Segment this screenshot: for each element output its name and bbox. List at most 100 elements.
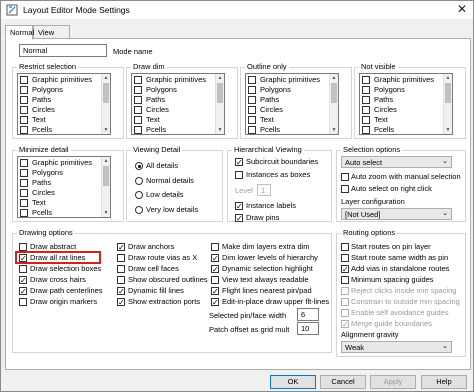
draw-route-vias-checkbox[interactable] <box>117 254 125 262</box>
checkbox[interactable] <box>134 126 142 134</box>
checkbox[interactable] <box>248 86 256 94</box>
draw-path-centerlines-checkbox[interactable]: ✓ <box>19 287 27 296</box>
show-obscured-outlines-checkbox[interactable] <box>117 276 125 284</box>
help-button[interactable]: Help <box>421 375 467 389</box>
checkbox[interactable] <box>20 159 28 167</box>
checkbox[interactable] <box>20 189 28 197</box>
scroll-up-icon[interactable]: ▲ <box>102 74 110 82</box>
scrollbar[interactable]: ▲ ▼ <box>443 74 452 134</box>
subcircuit-boundaries-checkbox[interactable]: ✓ <box>235 158 243 167</box>
alignment-gravity-dropdown[interactable]: Weak ⌄ <box>341 341 452 353</box>
scrollbar[interactable]: ▲ ▼ <box>215 74 224 134</box>
dynamic-fill-lines-checkbox[interactable]: ✓ <box>117 287 125 296</box>
minimize-detail-list[interactable]: Graphic primitives Polygons Paths Circle… <box>17 156 111 218</box>
instance-labels-checkbox[interactable]: ✓ <box>235 202 243 211</box>
outline-only-list[interactable]: Graphic primitives Polygons Paths Circle… <box>245 73 339 135</box>
checkbox[interactable] <box>248 116 256 124</box>
checkbox[interactable] <box>362 126 370 134</box>
scrollbar[interactable]: ▲ ▼ <box>101 74 110 134</box>
scroll-down-icon[interactable]: ▼ <box>330 126 338 134</box>
checkbox[interactable] <box>134 106 142 114</box>
add-vias-checkbox[interactable]: ✓ <box>341 265 349 274</box>
draw-anchors-checkbox[interactable]: ✓ <box>117 243 125 252</box>
checkbox[interactable] <box>362 106 370 114</box>
auto-zoom-checkbox[interactable] <box>341 173 349 181</box>
draw-selection-boxes-checkbox[interactable] <box>19 265 27 273</box>
selected-pin-face-width-input[interactable]: 6 <box>297 308 319 321</box>
minimum-spacing-guides-checkbox[interactable] <box>341 276 349 284</box>
checkbox[interactable] <box>248 96 256 104</box>
checkbox[interactable] <box>20 169 28 177</box>
checkbox[interactable] <box>20 106 28 114</box>
view-text-always-readable-checkbox[interactable] <box>211 276 219 284</box>
draw-origin-markers-checkbox[interactable] <box>19 298 27 306</box>
scroll-down-icon[interactable]: ▼ <box>102 209 110 217</box>
scroll-thumb[interactable] <box>217 83 223 103</box>
checkbox[interactable] <box>20 179 28 187</box>
scroll-down-icon[interactable]: ▼ <box>444 126 452 134</box>
start-route-same-width-checkbox[interactable] <box>341 254 349 262</box>
draw-abstract-checkbox[interactable] <box>19 243 27 251</box>
scroll-down-icon[interactable]: ▼ <box>216 126 224 134</box>
scroll-up-icon[interactable]: ▲ <box>330 74 338 82</box>
dim-lower-levels-checkbox[interactable]: ✓ <box>211 254 219 263</box>
checkbox[interactable] <box>362 116 370 124</box>
level-input[interactable]: 1 <box>257 184 271 196</box>
checkbox[interactable] <box>362 76 370 84</box>
show-extraction-ports-checkbox[interactable]: ✓ <box>117 298 125 307</box>
scroll-up-icon[interactable]: ▲ <box>216 74 224 82</box>
mode-name-input[interactable]: Normal <box>19 44 107 57</box>
checkbox[interactable] <box>134 116 142 124</box>
scroll-up-icon[interactable]: ▲ <box>102 157 110 165</box>
apply-button[interactable]: Apply <box>370 375 416 389</box>
draw-dim-list[interactable]: Graphic primitives Polygons Paths Circle… <box>131 73 225 135</box>
scrollbar[interactable]: ▲ ▼ <box>329 74 338 134</box>
normal-details-radio[interactable] <box>135 177 143 185</box>
close-icon[interactable]: ✕ <box>453 2 471 17</box>
checkbox[interactable] <box>362 86 370 94</box>
restrict-selection-list[interactable]: Graphic primitives Polygons Paths Circle… <box>17 73 111 135</box>
checkbox[interactable] <box>134 76 142 84</box>
scroll-down-icon[interactable]: ▼ <box>102 126 110 134</box>
layer-configuration-dropdown[interactable]: [Not Used] ⌄ <box>341 208 452 220</box>
checkbox[interactable] <box>20 199 28 207</box>
scroll-thumb[interactable] <box>103 166 109 186</box>
checkbox[interactable] <box>362 96 370 104</box>
instances-as-boxes-checkbox[interactable] <box>235 171 243 179</box>
scroll-thumb[interactable] <box>445 83 451 103</box>
ok-button[interactable]: OK <box>270 375 316 389</box>
tab-view-only[interactable]: View Only <box>33 25 70 46</box>
scroll-thumb[interactable] <box>331 83 337 103</box>
scrollbar[interactable]: ▲ ▼ <box>101 157 110 217</box>
all-details-radio[interactable] <box>135 162 143 170</box>
auto-select-dropdown[interactable]: Auto select ⌄ <box>341 156 452 168</box>
draw-pins-checkbox[interactable]: ✓ <box>235 214 243 223</box>
checkbox[interactable] <box>20 126 28 134</box>
checkbox[interactable] <box>134 96 142 104</box>
patch-offset-input[interactable]: 10 <box>297 322 319 335</box>
low-details-radio[interactable] <box>135 191 143 199</box>
dynamic-selection-highlight-checkbox[interactable]: ✓ <box>211 265 219 274</box>
checkbox[interactable] <box>248 126 256 134</box>
checkbox[interactable] <box>20 209 28 217</box>
very-low-details-radio[interactable] <box>135 206 143 214</box>
checkbox[interactable] <box>134 86 142 94</box>
checkbox[interactable] <box>248 76 256 84</box>
checkbox[interactable] <box>20 96 28 104</box>
not-visible-list[interactable]: Graphic primitives Polygons Paths Circle… <box>359 73 453 135</box>
tab-normal[interactable]: Normal <box>5 25 34 40</box>
scroll-thumb[interactable] <box>103 83 109 103</box>
draw-cross-hairs-checkbox[interactable]: ✓ <box>19 276 27 285</box>
checkbox[interactable] <box>20 76 28 84</box>
make-dim-layers-extra-dim-checkbox[interactable] <box>211 243 219 251</box>
start-routes-on-pin-layer-checkbox[interactable] <box>341 243 349 251</box>
checkbox[interactable] <box>20 86 28 94</box>
cancel-button[interactable]: Cancel <box>320 375 366 389</box>
edit-in-place-flt-lines-checkbox[interactable]: ✓ <box>211 298 219 307</box>
flight-lines-nearest-checkbox[interactable]: ✓ <box>211 287 219 296</box>
checkbox[interactable] <box>20 116 28 124</box>
draw-cell-faces-checkbox[interactable] <box>117 265 125 273</box>
checkbox[interactable] <box>248 106 256 114</box>
scroll-up-icon[interactable]: ▲ <box>444 74 452 82</box>
auto-select-right-click-checkbox[interactable] <box>341 185 349 193</box>
